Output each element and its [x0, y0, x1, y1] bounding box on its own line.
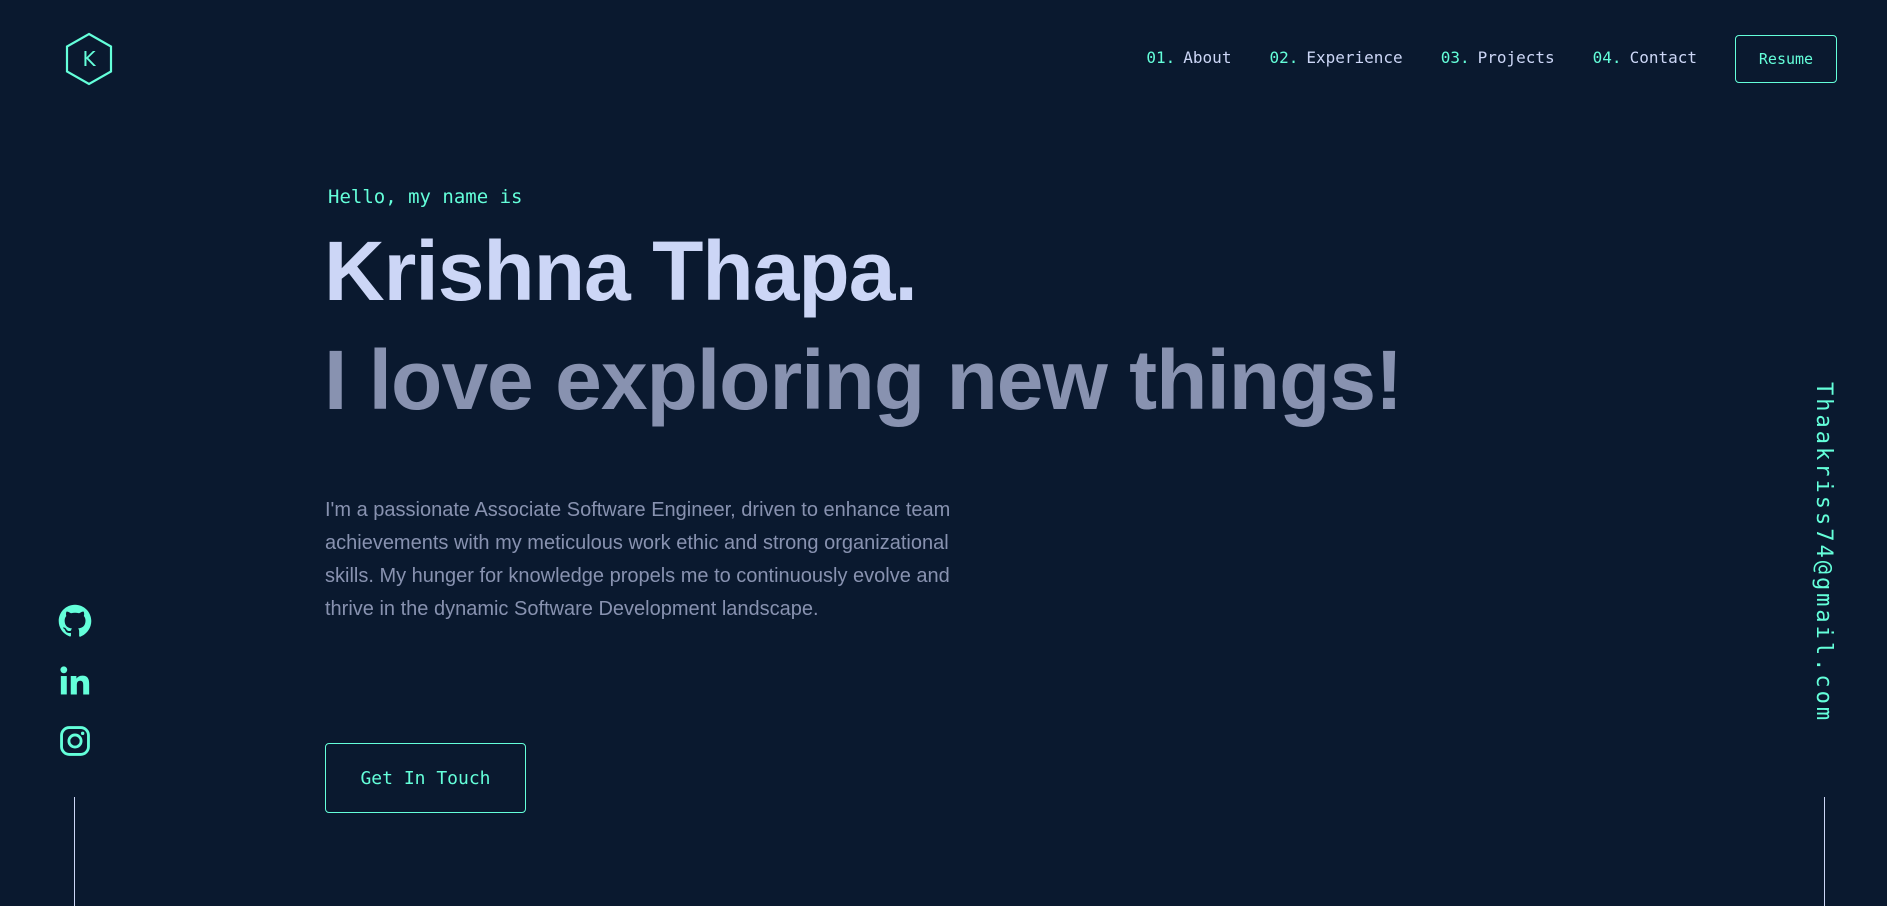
hero-bio: I'm a passionate Associate Software Engi… — [325, 499, 951, 620]
instagram-link[interactable] — [58, 724, 92, 758]
nav-item-projects[interactable]: 03. Projects — [1441, 48, 1555, 67]
nav-number: 02. — [1269, 48, 1299, 67]
instagram-icon — [60, 726, 90, 756]
logo[interactable]: K — [64, 32, 114, 86]
nav-label: Experience — [1306, 48, 1403, 67]
nav-label: About — [1183, 48, 1232, 67]
github-link[interactable] — [58, 604, 92, 638]
logo-letter: K — [82, 47, 96, 71]
hero-name: Krishna Thapa. — [324, 224, 918, 318]
linkedin-link[interactable] — [58, 664, 92, 698]
nav-item-about[interactable]: 01. About — [1146, 48, 1231, 67]
main-nav: 01. About 02. Experience 03. Projects 04. Co… — [1146, 48, 1697, 67]
get-in-touch-button[interactable]: Get In Touch — [325, 743, 526, 813]
resume-button[interactable]: Resume — [1735, 35, 1837, 83]
nav-label: Projects — [1477, 48, 1555, 67]
left-vertical-line — [74, 797, 75, 906]
nav-item-contact[interactable]: 04. Contact — [1593, 48, 1697, 67]
nav-item-experience[interactable]: 02. Experience — [1269, 48, 1402, 67]
nav-number: 01. — [1146, 48, 1176, 67]
github-icon — [58, 604, 92, 637]
nav-label: Contact — [1629, 48, 1697, 67]
linkedin-icon — [60, 666, 90, 695]
right-vertical-line — [1824, 797, 1825, 906]
hero-greeting: Hello, my name is — [328, 186, 523, 208]
nav-number: 04. — [1592, 48, 1622, 67]
email-link[interactable]: Thaakriss74@gmail.com — [1811, 382, 1836, 723]
nav-number: 03. — [1440, 48, 1470, 67]
social-links — [58, 604, 92, 784]
hero-tagline: I love exploring new things! — [324, 333, 1403, 427]
